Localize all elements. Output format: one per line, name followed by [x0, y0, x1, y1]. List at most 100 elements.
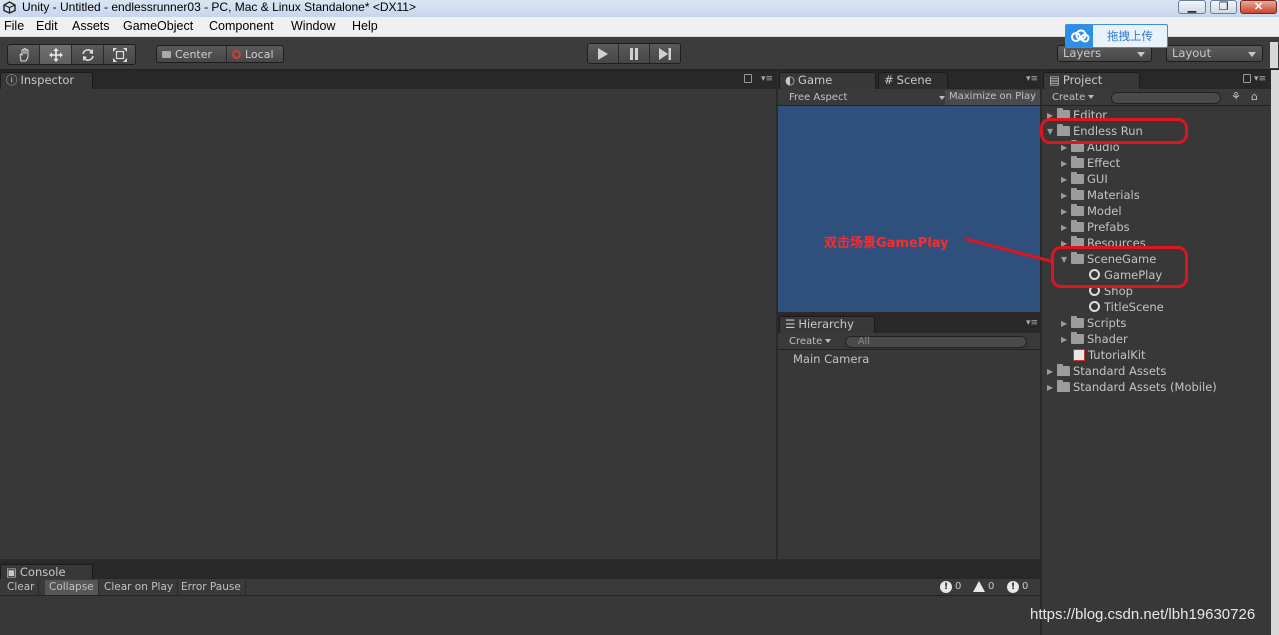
tree-item-label: Materials — [1087, 188, 1140, 202]
warning-count-toggle[interactable]: 0 — [973, 581, 994, 594]
play-button[interactable] — [588, 44, 619, 63]
console-clear-on-play-button[interactable]: Clear on Play — [100, 580, 179, 595]
info-count-toggle[interactable]: ! 0 — [940, 581, 961, 594]
project-create-dropdown[interactable]: Create — [1044, 91, 1104, 105]
lock-icon[interactable] — [1243, 74, 1251, 83]
pause-button[interactable] — [619, 44, 650, 63]
tree-item-scripts[interactable]: ▶ Scripts — [1061, 316, 1126, 332]
list-icon: ☰ — [785, 317, 796, 331]
tree-item-prefabs[interactable]: ▶ Prefabs — [1061, 220, 1130, 236]
expand-arrow-icon[interactable]: ▶ — [1061, 332, 1071, 347]
project-create-label: Create — [1052, 92, 1086, 103]
minimize-icon: ▁ — [1187, 1, 1197, 13]
step-icon — [659, 47, 671, 60]
tree-item-label: Model — [1087, 204, 1122, 218]
tab-hierarchy[interactable]: ☰ Hierarchy — [779, 316, 875, 333]
upload-label: 拖拽上传 — [1107, 29, 1153, 43]
tag-icon[interactable]: ⌂ — [1251, 90, 1258, 103]
tab-game[interactable]: ◐ Game — [779, 72, 876, 89]
error-count-toggle[interactable]: ! 0 — [1007, 581, 1028, 594]
menu-help[interactable]: Help — [352, 19, 378, 33]
expand-arrow-icon[interactable]: ▶ — [1061, 156, 1071, 171]
filter-type-icon[interactable]: ⚘ — [1231, 90, 1241, 103]
inspector-tabstrip: ⓘ Inspector ▾≡ — [0, 70, 776, 89]
warning-count: 0 — [988, 581, 995, 592]
unity-scene-icon — [1089, 301, 1100, 312]
folder-icon — [1071, 316, 1084, 328]
chevron-down-icon — [1137, 52, 1145, 57]
transform-tools — [7, 44, 136, 65]
menu-gameobject[interactable]: GameObject — [123, 19, 193, 33]
inspector-panel: ⓘ Inspector ▾≡ — [0, 70, 776, 559]
console-error-pause-button[interactable]: Error Pause — [177, 580, 246, 595]
hand-tool-button[interactable] — [8, 45, 40, 64]
maximize-on-play-toggle[interactable]: Maximize on Play — [945, 90, 1040, 105]
hierarchy-create-dropdown[interactable]: Create — [781, 335, 837, 349]
scale-tool-button[interactable] — [104, 45, 135, 64]
tree-item-label: Effect — [1087, 156, 1121, 170]
menu-edit[interactable]: Edit — [36, 19, 58, 33]
expand-arrow-icon[interactable]: ▶ — [1061, 172, 1071, 187]
hierarchy-tabstrip: ☰ Hierarchy ▾≡ — [778, 314, 1040, 333]
maximize-button[interactable]: ❐ — [1210, 0, 1237, 14]
panel-menu-icon[interactable]: ▾≡ — [1254, 75, 1266, 84]
inspector-tab-label: Inspector — [20, 73, 75, 87]
tree-item-tutorialkit[interactable]: TutorialKit — [1073, 348, 1146, 364]
expand-arrow-icon[interactable]: ▶ — [1061, 316, 1071, 331]
tree-item-label: Standard Assets — [1073, 364, 1167, 378]
pivot-toggle-group: Center Local — [156, 45, 284, 63]
expand-arrow-icon[interactable]: ▶ — [1047, 380, 1057, 395]
project-search-input[interactable] — [1111, 92, 1221, 104]
unity-logo-icon — [3, 1, 16, 14]
tree-item-materials[interactable]: ▶ Materials — [1061, 188, 1140, 204]
tree-item-model[interactable]: ▶ Model — [1061, 204, 1122, 220]
scrollbar[interactable] — [1271, 70, 1279, 635]
aspect-dropdown[interactable]: Free Aspect — [781, 91, 945, 105]
menu-assets[interactable]: Assets — [72, 19, 110, 33]
tree-item-label: Prefabs — [1087, 220, 1130, 234]
game-viewport[interactable] — [778, 106, 1040, 312]
pivot-center-icon — [162, 50, 171, 58]
hierarchy-search-input[interactable]: All — [845, 336, 1027, 348]
tree-item-effect[interactable]: ▶ Effect — [1061, 156, 1120, 172]
tree-item-standard-assets[interactable]: ▶ Standard Assets — [1047, 364, 1166, 380]
tab-scene[interactable]: # Scene — [878, 72, 948, 89]
tree-item-shader[interactable]: ▶ Shader — [1061, 332, 1128, 348]
folder-icon — [1071, 156, 1084, 168]
expand-arrow-icon[interactable]: ▶ — [1061, 220, 1071, 235]
upload-widget[interactable]: 拖拽上传 — [1065, 24, 1168, 48]
expand-arrow-icon[interactable]: ▶ — [1061, 204, 1071, 219]
hierarchy-item-main-camera[interactable]: Main Camera — [793, 352, 869, 368]
expand-arrow-icon[interactable]: ▶ — [1061, 188, 1071, 203]
tree-item-titlescene-scene[interactable]: TitleScene — [1089, 300, 1164, 316]
pivot-center-button[interactable]: Center — [157, 46, 227, 62]
pause-icon — [630, 47, 638, 60]
chevron-down-icon — [1248, 52, 1256, 57]
step-button[interactable] — [650, 44, 680, 63]
minimize-button[interactable]: ▁ — [1178, 0, 1206, 14]
scale-icon — [112, 47, 127, 62]
lock-icon[interactable] — [744, 74, 752, 83]
pivot-center-label: Center — [175, 47, 213, 61]
tree-item-gui[interactable]: ▶ GUI — [1061, 172, 1108, 188]
tree-item-standard-assets-mobile[interactable]: ▶ Standard Assets (Mobile) — [1047, 380, 1217, 396]
expand-arrow-icon[interactable]: ▶ — [1047, 364, 1057, 379]
play-icon — [598, 47, 608, 60]
panel-menu-icon[interactable]: ▾≡ — [761, 75, 773, 84]
tab-project[interactable]: ▤ Project — [1043, 72, 1140, 89]
close-button[interactable]: ✕ — [1240, 0, 1277, 14]
menu-window[interactable]: Window — [291, 19, 335, 33]
hierarchy-tab-label: Hierarchy — [798, 317, 854, 331]
tab-inspector[interactable]: ⓘ Inspector — [0, 72, 93, 89]
chevron-down-icon — [1088, 95, 1095, 99]
console-clear-button[interactable]: Clear — [3, 580, 40, 595]
panel-menu-icon[interactable]: ▾≡ — [1026, 319, 1038, 328]
menu-file[interactable]: File — [4, 19, 24, 33]
layout-dropdown[interactable]: Layout — [1166, 45, 1263, 62]
console-collapse-button[interactable]: Collapse — [45, 580, 99, 595]
pivot-local-button[interactable]: Local — [227, 46, 283, 62]
rotate-tool-button[interactable] — [72, 45, 104, 64]
panel-menu-icon[interactable]: ▾≡ — [1026, 75, 1038, 84]
move-tool-button[interactable] — [40, 45, 72, 64]
menu-component[interactable]: Component — [209, 19, 274, 33]
